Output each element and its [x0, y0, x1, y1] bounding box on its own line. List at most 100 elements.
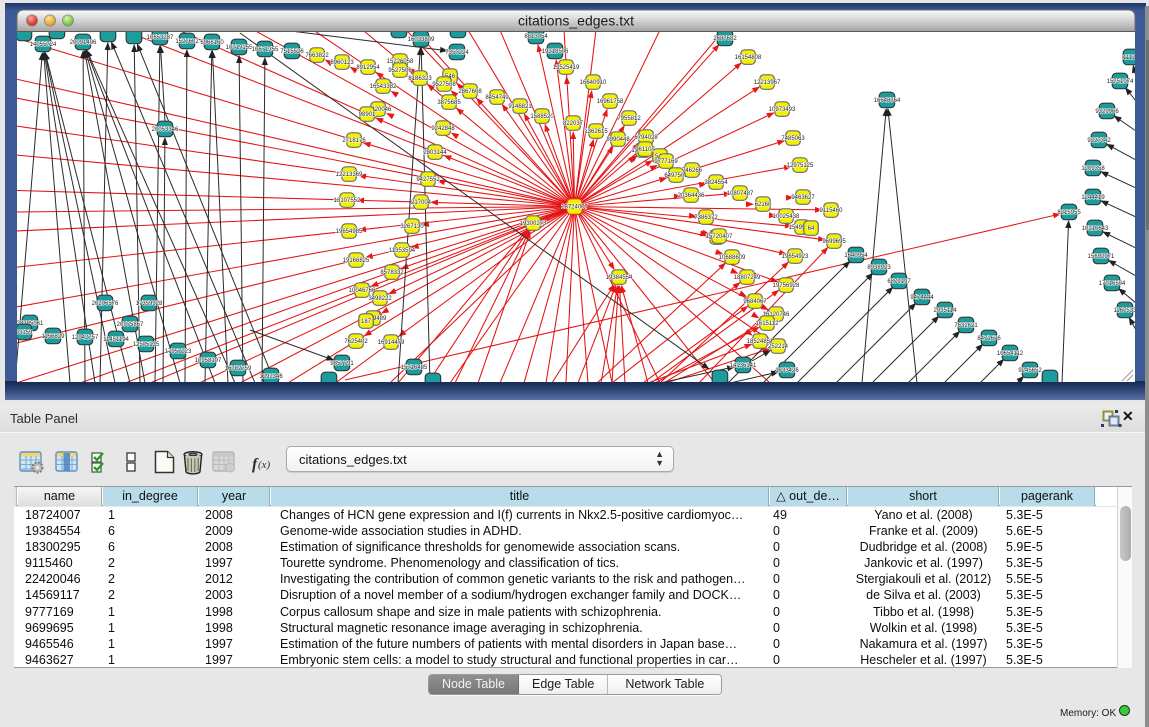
svg-text:11353594: 11353594: [389, 248, 416, 254]
svg-text:19384554: 19384554: [606, 275, 633, 281]
svg-text:187: 187: [361, 319, 372, 325]
svg-text:6966160: 6966160: [200, 40, 224, 46]
svg-text:19654923: 19654923: [782, 254, 809, 260]
svg-text:12505135: 12505135: [133, 342, 160, 348]
svg-text:10671355: 10671355: [252, 47, 279, 53]
svg-text:20364436: 20364436: [678, 193, 705, 199]
svg-text:1362615: 1362615: [584, 129, 608, 135]
svg-text:1244419: 1244419: [1081, 195, 1105, 201]
svg-text:18107552: 18107552: [334, 198, 361, 204]
svg-text:15751074: 15751074: [1107, 79, 1134, 85]
svg-text:16154808: 16154808: [735, 55, 762, 61]
svg-text:9527508: 9527508: [432, 82, 456, 88]
svg-text:93159: 93159: [16, 330, 33, 336]
svg-text:20975867: 20975867: [117, 322, 144, 328]
svg-text:16648764: 16648764: [874, 98, 901, 104]
svg-text:7632621: 7632621: [954, 323, 978, 329]
svg-text:19300273: 19300273: [520, 221, 547, 227]
svg-text:1615112: 1615112: [756, 321, 780, 327]
svg-text:9699695: 9699695: [822, 239, 846, 245]
svg-text:19218506: 19218506: [542, 49, 569, 55]
svg-text:9227342: 9227342: [1087, 138, 1111, 144]
svg-text:10688609: 10688609: [719, 255, 746, 261]
svg-text:9242848: 9242848: [431, 126, 455, 132]
svg-text:1640954: 1640954: [844, 253, 868, 259]
svg-text:2803144: 2803144: [423, 150, 447, 156]
svg-text:8813054: 8813054: [524, 34, 548, 40]
svg-text:7955812: 7955812: [617, 116, 641, 122]
svg-text:6879197: 6879197: [887, 279, 911, 285]
svg-text:15720407: 15720407: [706, 234, 733, 240]
svg-text:1156829: 1156829: [42, 334, 66, 340]
svg-text:2867608: 2867608: [458, 89, 482, 95]
svg-text:7625402: 7625402: [344, 339, 368, 345]
svg-text:3824554: 3824554: [704, 180, 728, 186]
svg-text:10653287: 10653287: [147, 35, 174, 41]
svg-text:8186323: 8186323: [408, 76, 432, 82]
svg-text:10807487: 10807487: [727, 191, 754, 197]
svg-text:1292346: 1292346: [259, 374, 283, 380]
svg-text:1209358: 1209358: [1081, 166, 1105, 172]
svg-text:9115460: 9115460: [820, 208, 844, 214]
svg-text:8578332: 8578332: [380, 270, 404, 276]
svg-text:19756928: 19756928: [773, 283, 800, 289]
svg-text:9146821: 9146821: [508, 104, 532, 110]
svg-text:64: 64: [808, 226, 815, 232]
svg-text:8454749: 8454749: [485, 95, 509, 101]
svg-text:10958107: 10958107: [195, 358, 222, 364]
svg-text:20091406: 20091406: [70, 40, 97, 46]
svg-text:12942757: 12942757: [72, 335, 99, 341]
svg-text:1527602: 1527602: [175, 39, 199, 45]
svg-text:62160: 62160: [755, 202, 772, 208]
svg-text:10210643: 10210643: [1082, 226, 1109, 232]
svg-text:16782759: 16782759: [225, 366, 252, 372]
svg-text:98901: 98901: [359, 112, 376, 118]
svg-text:3267130: 3267130: [400, 224, 424, 230]
svg-text:16961758: 16961758: [597, 99, 624, 105]
svg-text:3875685: 3875685: [437, 100, 461, 106]
svg-text:9463627: 9463627: [791, 195, 815, 201]
svg-text:9427552: 9427552: [416, 177, 440, 183]
svg-text:19654985: 19654985: [336, 229, 363, 235]
svg-text:8912954: 8912954: [356, 65, 380, 71]
svg-text:6794028: 6794028: [634, 135, 658, 141]
svg-text:16640910: 16640910: [580, 80, 607, 86]
svg-text:17016504: 17016504: [1099, 281, 1126, 287]
svg-text:12975125: 12975125: [787, 163, 814, 169]
svg-text:9474444: 9474444: [910, 295, 934, 301]
svg-text:1733426: 1733426: [775, 368, 799, 374]
svg-text:961107: 961107: [635, 147, 655, 153]
svg-text:11451194: 11451194: [103, 337, 129, 343]
svg-text:7357224: 7357224: [445, 50, 469, 56]
svg-text:1167533: 1167533: [1114, 308, 1138, 314]
svg-text:7485063: 7485063: [781, 136, 805, 142]
svg-text:18807249: 18807249: [734, 275, 761, 281]
svg-text:9684067: 9684067: [743, 299, 767, 305]
svg-text:16914479: 16914479: [378, 340, 405, 346]
svg-text:7663822: 7663822: [305, 53, 329, 59]
svg-text:7386372: 7386372: [694, 215, 718, 221]
svg-text:15716485: 15716485: [401, 365, 428, 371]
svg-text:8990448: 8990448: [606, 137, 630, 143]
svg-text:10973493: 10973493: [769, 107, 796, 113]
svg-text:16543382: 16543382: [370, 84, 397, 90]
svg-text:12213369: 12213369: [336, 172, 363, 178]
svg-text:252214: 252214: [768, 344, 789, 350]
svg-text:10719155: 10719155: [226, 45, 253, 51]
svg-text:10046766: 10046766: [349, 288, 376, 294]
svg-text:822037: 822037: [563, 121, 584, 127]
svg-text:746266: 746266: [682, 168, 703, 174]
svg-text:9527506: 9527506: [388, 68, 412, 74]
svg-text:17359928: 17359928: [136, 301, 163, 307]
svg-text:1588520: 1588520: [530, 114, 554, 120]
svg-text:10654112: 10654112: [997, 351, 1024, 357]
svg-text:13525419: 13525419: [553, 65, 580, 71]
svg-text:(x): (x): [258, 459, 271, 471]
svg-text:10025438: 10025438: [773, 214, 800, 220]
svg-text:14136141: 14136141: [730, 363, 757, 369]
svg-text:8215955: 8215955: [1057, 210, 1081, 216]
svg-text:9245652: 9245652: [1018, 368, 1042, 374]
svg-text:citations_edges.txt: citations_edges.txt: [518, 13, 634, 29]
svg-text:16033809: 16033809: [408, 37, 435, 43]
svg-text:20206576: 20206576: [92, 301, 119, 307]
